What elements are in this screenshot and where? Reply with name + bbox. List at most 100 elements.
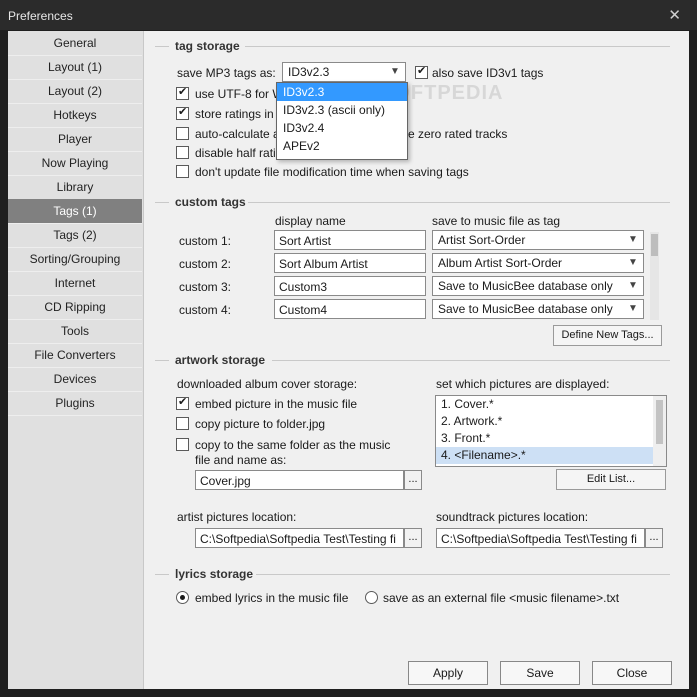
copy-folder-jpg-checkbox[interactable] [176,417,189,430]
soundtrack-pictures-location-input[interactable]: C:\Softpedia\Softpedia Test\Testing fi [436,528,645,548]
section-divider [248,202,670,203]
sidebar-item-tools[interactable]: Tools [8,319,142,344]
list-item[interactable]: 4. <Filename>.* [436,447,666,464]
custom-4-label: custom 4: [179,303,232,317]
copy-same-folder-checkbox[interactable] [176,438,189,451]
auto-calculate-label-tail: e zero rated tracks [408,127,508,141]
sidebar-item-cd-ripping[interactable]: CD Ripping [8,295,142,320]
dont-update-modtime-label: don't update file modification time when… [195,165,469,179]
custom-2-tag-value: Album Artist Sort-Order [438,256,563,270]
sidebar-item-tags-1[interactable]: Tags (1) [8,199,142,224]
list-item[interactable]: 1. Cover.* [436,396,666,413]
close-button[interactable]: Close [592,661,672,685]
sidebar-item-general[interactable]: General [8,31,142,56]
chevron-down-icon: ▼ [628,280,638,291]
custom-1-tag-select[interactable]: Artist Sort-Order ▼ [432,230,644,250]
external-lyrics-label: save as an external file <music filename… [383,591,620,605]
downloaded-cover-label: downloaded album cover storage: [177,377,358,391]
sidebar-item-sorting-grouping[interactable]: Sorting/Grouping [8,247,142,272]
pictures-scrollbar[interactable] [653,396,666,466]
chevron-down-icon: ▼ [628,303,638,314]
sidebar-item-file-converters[interactable]: File Converters [8,343,142,368]
pictures-listbox[interactable]: 1. Cover.* 2. Artwork.* 3. Front.* 4. <F… [435,395,667,467]
copy-same-folder-label: copy to the same folder as the music [195,438,391,452]
sidebar-item-player[interactable]: Player [8,127,142,152]
save-mp3-tags-label: save MP3 tags as: [177,66,276,80]
embed-lyrics-radio[interactable] [176,591,189,604]
sidebar-item-layout-2[interactable]: Layout (2) [8,79,142,104]
artist-pictures-location-label: artist pictures location: [177,510,297,524]
sidebar-item-internet[interactable]: Internet [8,271,142,296]
window-title: Preferences [8,9,73,23]
embed-picture-checkbox[interactable] [176,395,189,410]
use-utf8-checkbox[interactable] [176,85,189,100]
custom-4-name-input[interactable]: Custom4 [274,299,426,319]
custom-2-tag-select[interactable]: Album Artist Sort-Order ▼ [432,253,644,273]
section-divider [256,574,670,575]
custom-3-label: custom 3: [179,280,232,294]
dont-update-modtime-checkbox[interactable] [176,165,189,178]
sidebar-item-devices[interactable]: Devices [8,367,142,392]
section-divider [155,574,169,575]
apply-button[interactable]: Apply [408,661,488,685]
dropdown-option-id3v24[interactable]: ID3v2.4 [277,119,407,137]
also-save-id3v1-checkbox[interactable] [415,64,428,79]
section-divider [272,360,670,361]
edit-list-button[interactable]: Edit List... [556,469,666,490]
dropdown-option-id3v23[interactable]: ID3v2.3 [277,83,407,101]
chevron-down-icon: ▼ [628,234,638,245]
soundtrack-pictures-browse-button[interactable]: ... [645,528,663,548]
sidebar-item-tags-2[interactable]: Tags (2) [8,223,142,248]
sidebar-item-now-playing[interactable]: Now Playing [8,151,142,176]
save-mp3-tags-dropdown: ID3v2.3 ID3v2.3 (ascii only) ID3v2.4 APE… [276,82,408,160]
display-name-header: display name [275,214,346,228]
section-heading-tag-storage: tag storage [175,39,240,53]
chevron-down-icon: ▼ [390,66,400,77]
use-utf8-label: use UTF-8 for W [195,87,284,101]
disable-half-rating-checkbox[interactable] [176,146,189,159]
store-ratings-checkbox[interactable] [176,105,189,120]
define-new-tags-button[interactable]: Define New Tags... [553,325,662,346]
custom-4-tag-value: Save to MusicBee database only [438,302,613,316]
custom-3-tag-select[interactable]: Save to MusicBee database only ▼ [432,276,644,296]
copy-same-folder-label-line2: file and name as: [195,453,287,467]
also-save-id3v1-label: also save ID3v1 tags [432,66,544,80]
custom-3-name-input[interactable]: Custom3 [274,276,426,296]
store-ratings-label: store ratings in th [195,107,288,121]
pictures-displayed-label: set which pictures are displayed: [436,377,610,391]
section-divider [155,202,169,203]
sidebar-item-hotkeys[interactable]: Hotkeys [8,103,142,128]
artwork-filename-input[interactable]: Cover.jpg [195,470,404,490]
custom-1-name-input[interactable]: Sort Artist [274,230,426,250]
section-heading-custom-tags: custom tags [175,195,246,209]
custom-1-label: custom 1: [179,234,232,248]
custom-2-name-input[interactable]: Sort Album Artist [274,253,426,273]
custom-1-tag-value: Artist Sort-Order [438,233,526,247]
sidebar-item-library[interactable]: Library [8,175,142,200]
save-mp3-tags-value: ID3v2.3 [288,65,330,79]
sidebar-item-plugins[interactable]: Plugins [8,391,142,416]
custom-2-label: custom 2: [179,257,232,271]
artwork-filename-browse-button[interactable]: ... [404,470,422,490]
artist-pictures-browse-button[interactable]: ... [404,528,422,548]
scrollbar-thumb[interactable] [656,400,663,444]
sidebar-item-layout-1[interactable]: Layout (1) [8,55,142,80]
dropdown-option-apev2[interactable]: APEv2 [277,137,407,155]
list-item[interactable]: 3. Front.* [436,430,666,447]
artist-pictures-location-input[interactable]: C:\Softpedia\Softpedia Test\Testing fi [195,528,404,548]
custom-4-tag-select[interactable]: Save to MusicBee database only ▼ [432,299,644,319]
save-button[interactable]: Save [500,661,580,685]
custom-tags-scrollbar[interactable] [650,232,659,320]
auto-calculate-checkbox[interactable] [176,127,189,140]
close-icon[interactable]: ✕ [668,6,681,24]
title-bar: Preferences ✕ [0,0,697,30]
section-divider [155,360,169,361]
save-mp3-tags-select[interactable]: ID3v2.3 ▼ [282,62,406,82]
scrollbar-thumb[interactable] [651,234,658,256]
external-lyrics-radio[interactable] [365,591,378,604]
embed-picture-label: embed picture in the music file [195,397,358,411]
dropdown-option-id3v23-ascii[interactable]: ID3v2.3 (ascii only) [277,101,407,119]
copy-folder-jpg-label: copy picture to folder.jpg [195,417,326,431]
disable-half-rating-label: disable half rating [195,146,290,160]
list-item[interactable]: 2. Artwork.* [436,413,666,430]
